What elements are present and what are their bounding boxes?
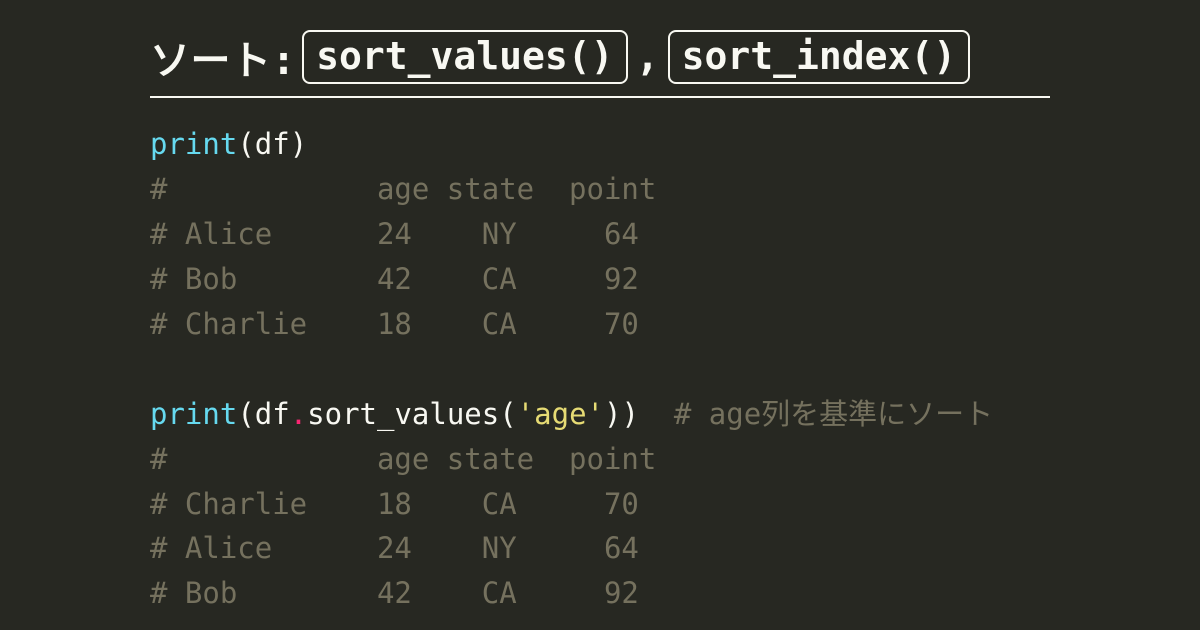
tok-rparen3: )	[604, 397, 621, 431]
output2-line3: # Alice 24 NY 64	[150, 531, 639, 565]
title-comma: ,	[636, 34, 660, 80]
output1-line3: # Bob 42 CA 92	[150, 262, 639, 296]
tok-comment: # age列を基準にソート	[639, 397, 993, 431]
tok-lparen3: (	[499, 397, 516, 431]
output1-line4: # Charlie 18 CA 70	[150, 307, 639, 341]
tok-rparen: )	[290, 127, 307, 161]
code-line-2: print(df.sort_values('age')) # age列を基準にソ…	[150, 397, 993, 431]
tok-dot: .	[290, 397, 307, 431]
output2-line4: # Bob 42 CA 92	[150, 576, 639, 610]
title-row: ソート: sort_values() , sort_index()	[150, 28, 1050, 98]
tok-lparen2: (	[237, 397, 254, 431]
code-line-1: print(df)	[150, 127, 307, 161]
tok-rparen4: )	[621, 397, 638, 431]
tok-lparen: (	[237, 127, 254, 161]
tok-method: sort_values	[307, 397, 499, 431]
title-prefix: ソート:	[150, 28, 296, 86]
tok-arg: 'age'	[517, 397, 604, 431]
output2-line2: # Charlie 18 CA 70	[150, 487, 639, 521]
slide-container: ソート: sort_values() , sort_index() print(…	[0, 0, 1200, 616]
output2-line1: # age state point	[150, 442, 656, 476]
function-box-sort-index: sort_index()	[668, 30, 971, 84]
output1-line1: # age state point	[150, 172, 656, 206]
output1-line2: # Alice 24 NY 64	[150, 217, 639, 251]
tok-print2: print	[150, 397, 237, 431]
tok-df: df	[255, 127, 290, 161]
function-box-sort-values: sort_values()	[302, 30, 627, 84]
tok-df2: df	[255, 397, 290, 431]
tok-print: print	[150, 127, 237, 161]
code-block: print(df) # age state point # Alice 24 N…	[150, 122, 1050, 616]
